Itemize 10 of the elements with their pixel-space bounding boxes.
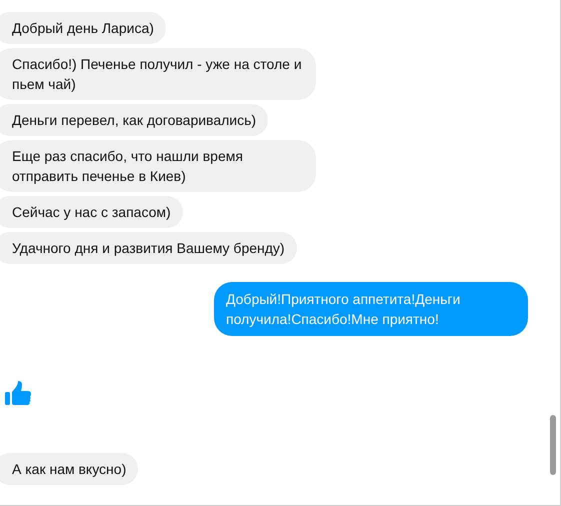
message-bubble: Спасибо!) Печенье получил - уже на столе и пьем чай) — [0, 48, 316, 100]
scrollbar-thumb[interactable] — [550, 415, 556, 475]
message-bubble: Добрый день Лариса) — [0, 12, 166, 44]
message-bubble: Удачного дня и развития Вашему бренду) — [0, 232, 297, 264]
message-bubble: Добрый!Приятного аппетита!Деньги получила!Спасибо!Мне приятно! — [214, 282, 528, 336]
message-bubble: Деньги перевел, как договаривались) — [0, 104, 268, 136]
thumbs-up-icon — [5, 381, 31, 406]
message-bubble: Еще раз спасибо, что нашли время отправить печенье в Киев) — [0, 140, 316, 192]
message-bubble: Сейчас у нас с запасом) — [0, 196, 183, 228]
message-bubble: А как нам вкусно) — [0, 453, 138, 485]
